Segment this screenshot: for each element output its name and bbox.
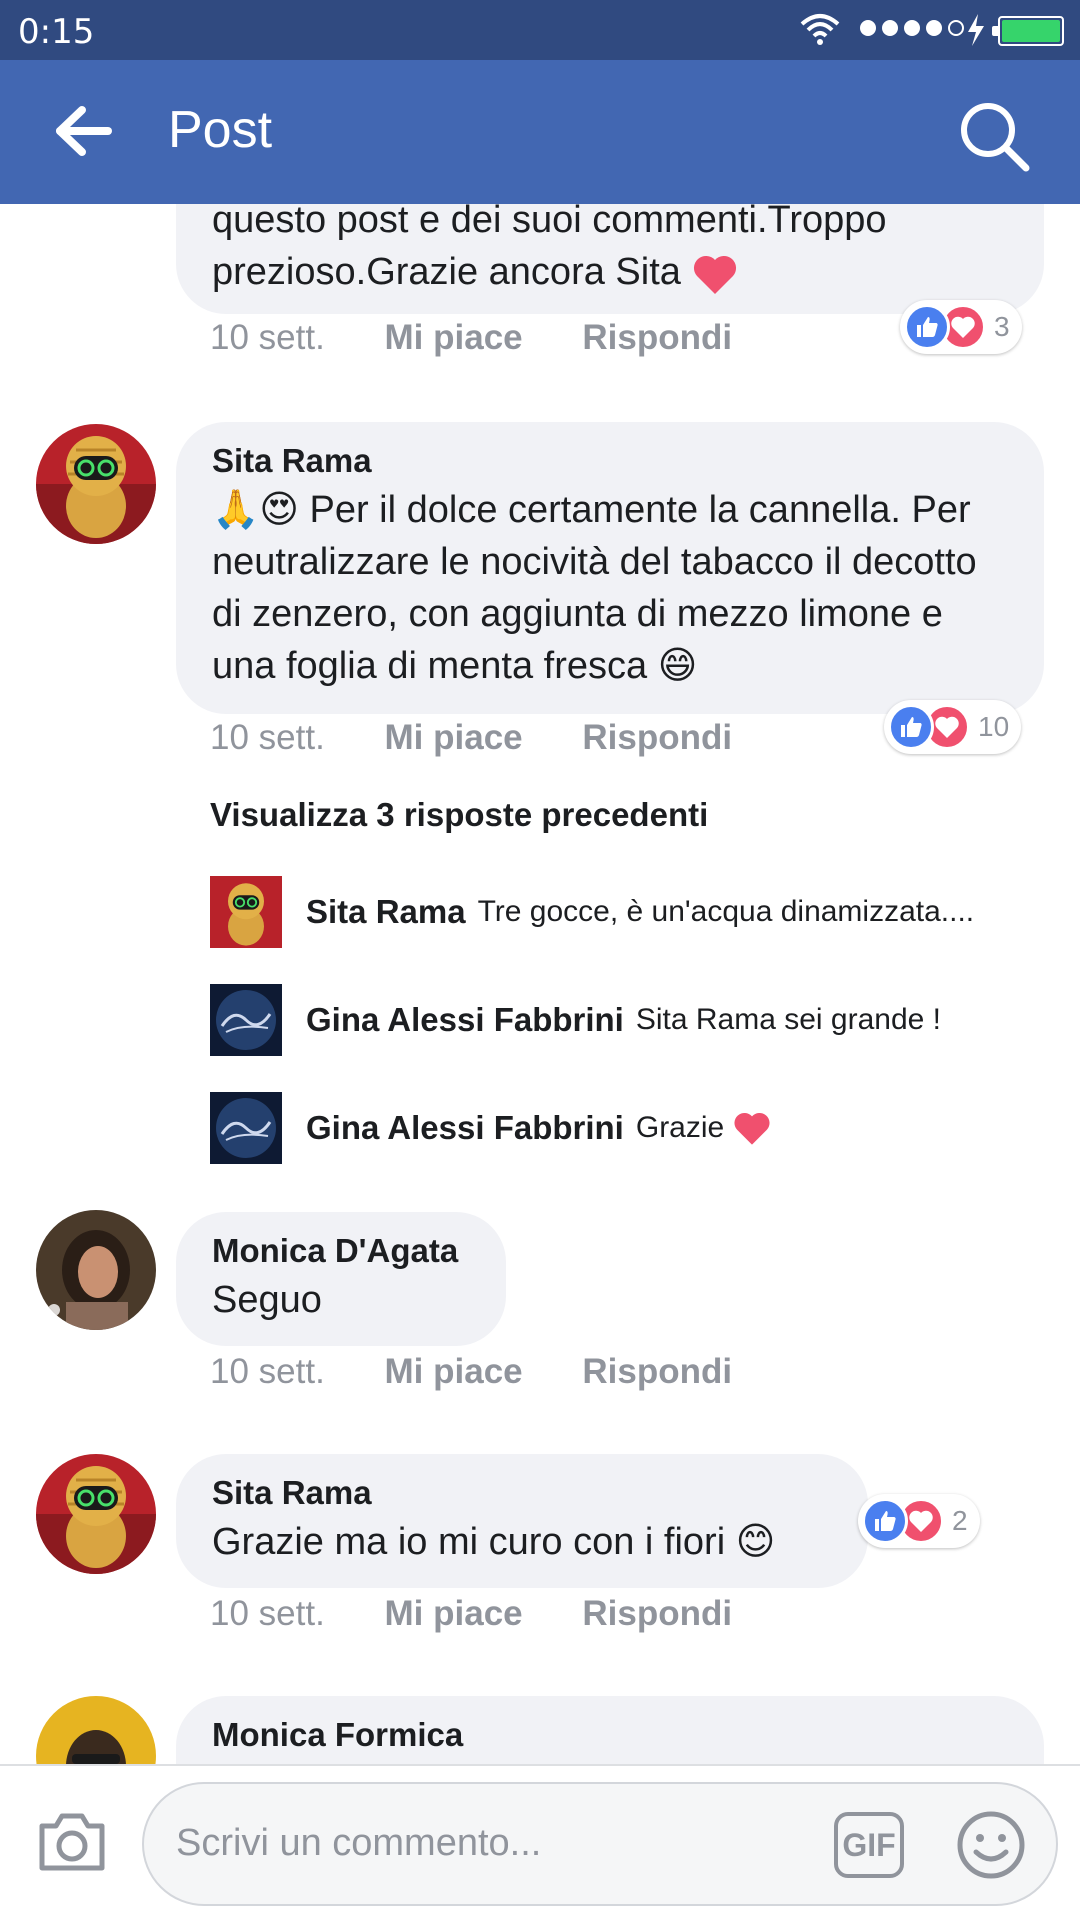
reaction-count: 3 — [994, 311, 1010, 342]
like-reaction-icon — [888, 704, 934, 750]
reply-author[interactable]: Gina Alessi Fabbrini — [306, 1001, 624, 1039]
reply-link[interactable]: Rispondi — [582, 718, 732, 757]
comment-text: questo post e dei suoi commenti.Troppo p… — [212, 204, 1008, 298]
comment-bubble: Monica D'Agata Seguo — [176, 1212, 506, 1346]
comment-text: 🙏😍 Per il dolce certamente la cannella. … — [212, 489, 977, 687]
avatar — [210, 1092, 282, 1164]
page-title: Post — [168, 101, 273, 159]
comment-author[interactable]: Monica Formica — [212, 1716, 1008, 1754]
reply-link[interactable]: Rispondi — [582, 1594, 732, 1633]
comment-time: 10 sett. — [210, 318, 325, 357]
comment-author[interactable]: Sita Rama — [212, 442, 1008, 480]
view-previous-replies-link[interactable]: Visualizza 3 risposte precedenti — [210, 796, 708, 834]
avatar-image — [36, 424, 156, 544]
charging-icon — [968, 14, 984, 46]
like-reaction-icon — [862, 1498, 908, 1544]
heart-emoji-icon — [694, 255, 737, 294]
reply-author[interactable]: Gina Alessi Fabbrini — [306, 1109, 624, 1147]
comment-author[interactable]: Monica D'Agata — [212, 1232, 470, 1270]
signal-icon — [860, 20, 964, 36]
comment-time: 10 sett. — [210, 1594, 325, 1633]
back-arrow-icon[interactable] — [56, 106, 112, 156]
comments-feed[interactable]: questo post e dei suoi commenti.Troppo p… — [0, 204, 1080, 1764]
comment-bubble: Monica Formica — [176, 1696, 1044, 1764]
search-icon[interactable] — [958, 100, 1030, 172]
reply-preview[interactable]: Gina Alessi Fabbrini Grazie — [210, 1092, 1060, 1164]
reply-link[interactable]: Rispondi — [582, 1352, 732, 1391]
reply-text: Grazie — [635, 1111, 725, 1144]
comment-actions: 10 sett. Mi piace Rispondi — [210, 318, 732, 358]
avatar[interactable] — [36, 424, 156, 544]
reply-text: Sita Rama sei grande ! — [635, 1003, 942, 1036]
reply-text: Tre gocce, è un'acqua dinamizzata.... — [477, 895, 975, 928]
comment-time: 10 sett. — [210, 718, 325, 757]
like-link[interactable]: Mi piace — [385, 1594, 523, 1633]
avatar[interactable] — [36, 1696, 156, 1764]
reaction-summary[interactable]: 10 — [884, 700, 1022, 754]
reply-preview[interactable]: Gina Alessi Fabbrini Sita Rama sei grand… — [210, 984, 1060, 1056]
comment-actions: 10 sett. Mi piace Rispondi — [210, 1352, 732, 1392]
camera-icon[interactable] — [36, 1810, 108, 1874]
wifi-icon — [800, 14, 840, 45]
avatar[interactable] — [36, 1454, 156, 1574]
comment-author[interactable]: Sita Rama — [212, 1474, 832, 1512]
avatar — [210, 876, 282, 948]
comment-bubble: Sita Rama Grazie ma io mi curo con i fio… — [176, 1454, 868, 1588]
gif-button[interactable]: GIF — [834, 1812, 904, 1878]
reply-preview[interactable]: Sita Rama Tre gocce, è un'acqua dinamizz… — [210, 876, 1060, 948]
status-time: 0:15 — [18, 12, 95, 52]
like-reaction-icon — [904, 304, 950, 350]
comment-text: Seguo — [212, 1279, 322, 1321]
comment-actions: 10 sett. Mi piace Rispondi — [210, 1594, 732, 1634]
reaction-count: 10 — [978, 711, 1010, 742]
reaction-count: 2 — [952, 1505, 968, 1536]
comment-text: Grazie ma io mi curo con i fiori 😊 — [212, 1521, 776, 1563]
like-link[interactable]: Mi piace — [385, 718, 523, 757]
reaction-summary[interactable]: 3 — [900, 300, 1022, 354]
battery-icon — [992, 16, 1064, 46]
comment-time: 10 sett. — [210, 1352, 325, 1391]
comment-composer: Scrivi un commento... GIF — [0, 1764, 1080, 1920]
heart-emoji-icon — [734, 1112, 770, 1145]
comment-bubble: Sita Rama 🙏😍 Per il dolce certamente la … — [176, 422, 1044, 714]
comment-input[interactable]: Scrivi un commento... GIF — [142, 1782, 1058, 1906]
comment-actions: 10 sett. Mi piace Rispondi — [210, 718, 732, 758]
reply-link[interactable]: Rispondi — [582, 318, 732, 357]
status-bar: 0:15 — [0, 0, 1080, 60]
like-link[interactable]: Mi piace — [385, 1352, 523, 1391]
app-bar: Post — [0, 60, 1080, 204]
avatar[interactable] — [36, 1210, 156, 1330]
reply-author[interactable]: Sita Rama — [306, 893, 466, 931]
reaction-summary[interactable]: 2 — [858, 1494, 980, 1548]
comment-input-placeholder: Scrivi un commento... — [176, 1822, 542, 1864]
emoji-smile-icon[interactable] — [956, 1810, 1026, 1880]
like-link[interactable]: Mi piace — [385, 318, 523, 357]
comment-bubble: questo post e dei suoi commenti.Troppo p… — [176, 204, 1044, 314]
avatar — [210, 984, 282, 1056]
